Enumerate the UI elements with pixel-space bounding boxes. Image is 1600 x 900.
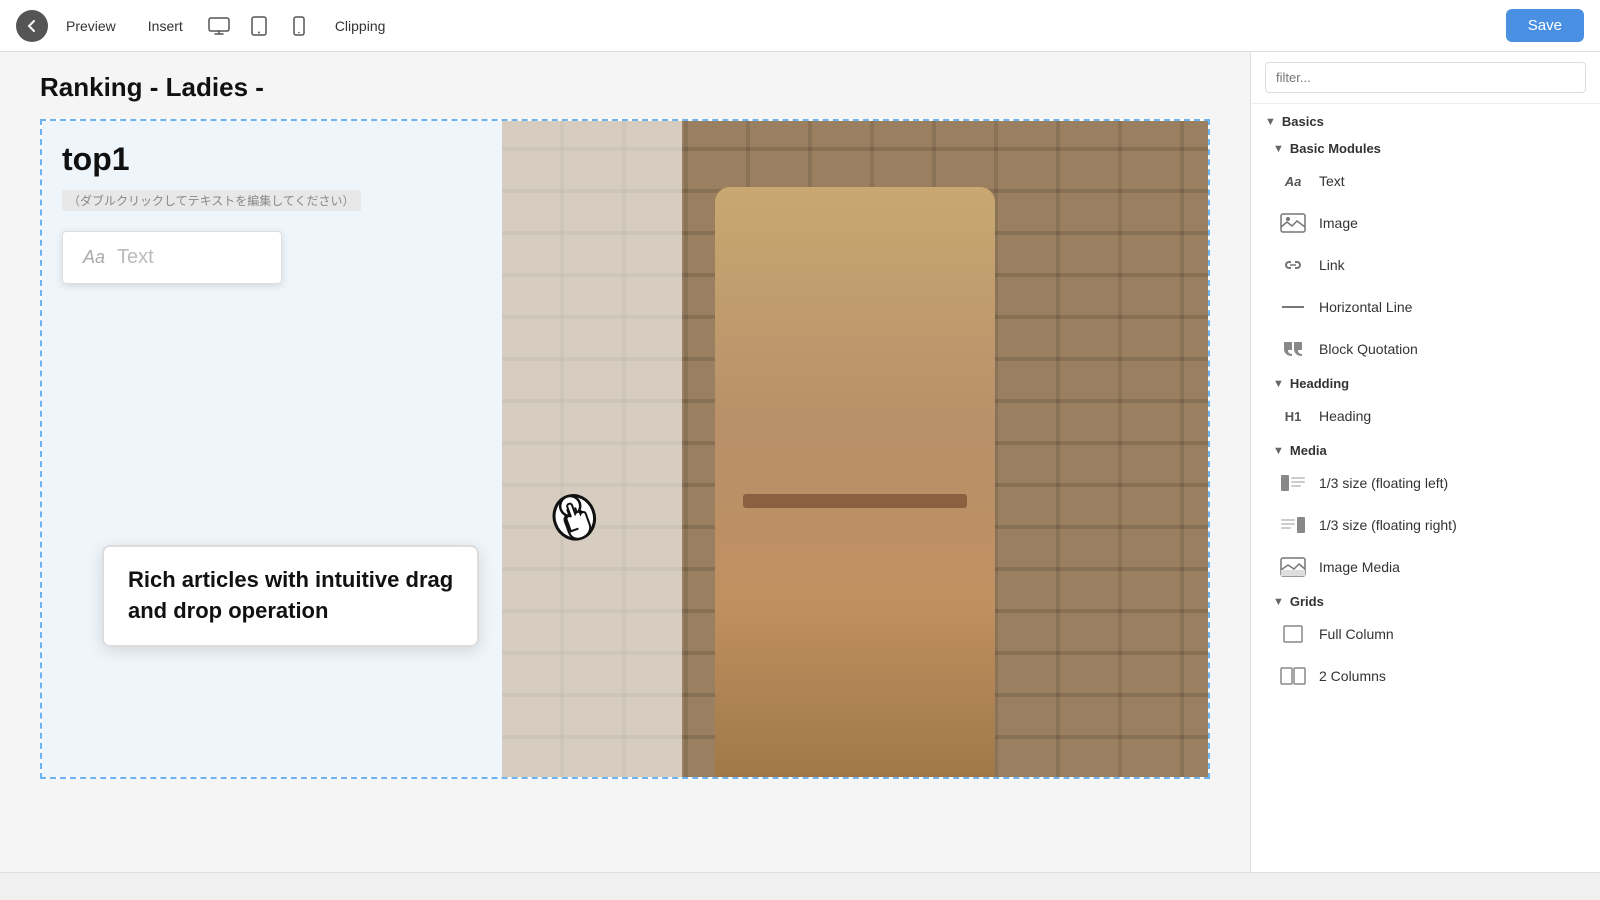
chevron-down-icon: ▼ [1273, 445, 1284, 457]
text-item-label: Text [1319, 173, 1345, 189]
heading-item-label: Heading [1319, 408, 1371, 424]
image-media-icon [1279, 556, 1307, 578]
mobile-icon[interactable] [281, 8, 317, 44]
back-button[interactable] [16, 10, 48, 42]
bottom-bar [0, 872, 1600, 900]
article-top-label: top1 [62, 141, 482, 178]
insert-button[interactable]: Insert [134, 12, 197, 40]
horizontal-line-icon [1279, 296, 1307, 318]
image-item-label: Image [1319, 215, 1358, 231]
third-right-item-label: 1/3 size (floating right) [1319, 517, 1457, 533]
third-left-item-label: 1/3 size (floating left) [1319, 475, 1448, 491]
full-column-icon [1279, 623, 1307, 645]
link-icon [1279, 254, 1307, 276]
sidebar-filter-area [1251, 52, 1600, 104]
third-left-icon [1279, 472, 1307, 494]
two-columns-item-label: 2 Columns [1319, 668, 1386, 684]
drag-preview-block: Aa Text [62, 231, 282, 284]
sidebar: ▼ Basics ▼ Basic Modules Aa Text Im [1250, 52, 1600, 872]
sidebar-item-third-left[interactable]: 1/3 size (floating left) [1251, 462, 1600, 504]
sidebar-item-horizontal-line[interactable]: Horizontal Line [1251, 286, 1600, 328]
sidebar-item-image-media[interactable]: Image Media [1251, 546, 1600, 588]
sidebar-item-heading[interactable]: H1 Heading [1251, 395, 1600, 437]
sidebar-item-link[interactable]: Link [1251, 244, 1600, 286]
article-left-panel: top1 （ダブルクリックしてテキストを編集してください） Aa Text [42, 121, 502, 777]
tooltip-text: Rich articles with intuitive dragand dro… [128, 565, 453, 627]
chevron-down-icon: ▼ [1273, 596, 1284, 608]
belt [743, 494, 967, 508]
main-area: Ranking - Ladies - top1 （ダブルクリックしてテキストを編… [0, 52, 1600, 872]
heading-icon: H1 [1279, 405, 1307, 427]
subsection-headding[interactable]: ▼ Headding [1251, 370, 1600, 395]
canvas-area: Ranking - Ladies - top1 （ダブルクリックしてテキストを編… [0, 52, 1250, 872]
subsection-basic-modules-label: Basic Modules [1290, 141, 1381, 156]
desktop-icon[interactable] [201, 8, 237, 44]
chevron-down-icon: ▼ [1273, 378, 1284, 390]
horizontal-line-item-label: Horizontal Line [1319, 299, 1412, 315]
save-button[interactable]: Save [1506, 9, 1584, 42]
sidebar-item-third-right[interactable]: 1/3 size (floating right) [1251, 504, 1600, 546]
clipping-button[interactable]: Clipping [321, 12, 400, 40]
sidebar-item-2-columns[interactable]: 2 Columns [1251, 655, 1600, 697]
link-item-label: Link [1319, 257, 1345, 273]
subsection-grids[interactable]: ▼ Grids [1251, 588, 1600, 613]
subsection-grids-label: Grids [1290, 594, 1324, 609]
block-quotation-icon [1279, 338, 1307, 360]
filter-input[interactable] [1265, 62, 1586, 93]
coat-figure [715, 187, 995, 777]
article-placeholder[interactable]: （ダブルクリックしてテキストを編集してください） [62, 190, 361, 211]
sidebar-item-full-column[interactable]: Full Column [1251, 613, 1600, 655]
subsection-basic-modules[interactable]: ▼ Basic Modules [1251, 135, 1600, 160]
preview-button[interactable]: Preview [52, 12, 130, 40]
sidebar-item-text[interactable]: Aa Text [1251, 160, 1600, 202]
image-icon [1279, 212, 1307, 234]
tablet-icon[interactable] [241, 8, 277, 44]
text-icon: Aa [1279, 170, 1307, 192]
subsection-headding-label: Headding [1290, 376, 1349, 391]
drag-text-icon: Aa [83, 247, 105, 268]
sidebar-item-block-quotation[interactable]: Block Quotation [1251, 328, 1600, 370]
subsection-media[interactable]: ▼ Media [1251, 437, 1600, 462]
article-container: top1 （ダブルクリックしてテキストを編集してください） Aa Text [40, 119, 1210, 779]
section-basics-label: Basics [1282, 114, 1324, 129]
drag-text-label: Text [117, 246, 154, 269]
full-column-item-label: Full Column [1319, 626, 1394, 642]
sidebar-item-image[interactable]: Image [1251, 202, 1600, 244]
chevron-down-icon: ▼ [1265, 116, 1276, 128]
third-right-icon [1279, 514, 1307, 536]
drop-target-zone[interactable] [502, 121, 682, 777]
image-media-item-label: Image Media [1319, 559, 1400, 575]
block-quotation-item-label: Block Quotation [1319, 341, 1418, 357]
tooltip-box: Rich articles with intuitive dragand dro… [102, 545, 479, 647]
page-title: Ranking - Ladies - [40, 72, 1210, 103]
toolbar: Preview Insert Clipping Save [0, 0, 1600, 52]
subsection-media-label: Media [1290, 443, 1327, 458]
chevron-down-icon: ▼ [1273, 143, 1284, 155]
two-columns-icon [1279, 665, 1307, 687]
section-basics[interactable]: ▼ Basics [1251, 104, 1600, 135]
